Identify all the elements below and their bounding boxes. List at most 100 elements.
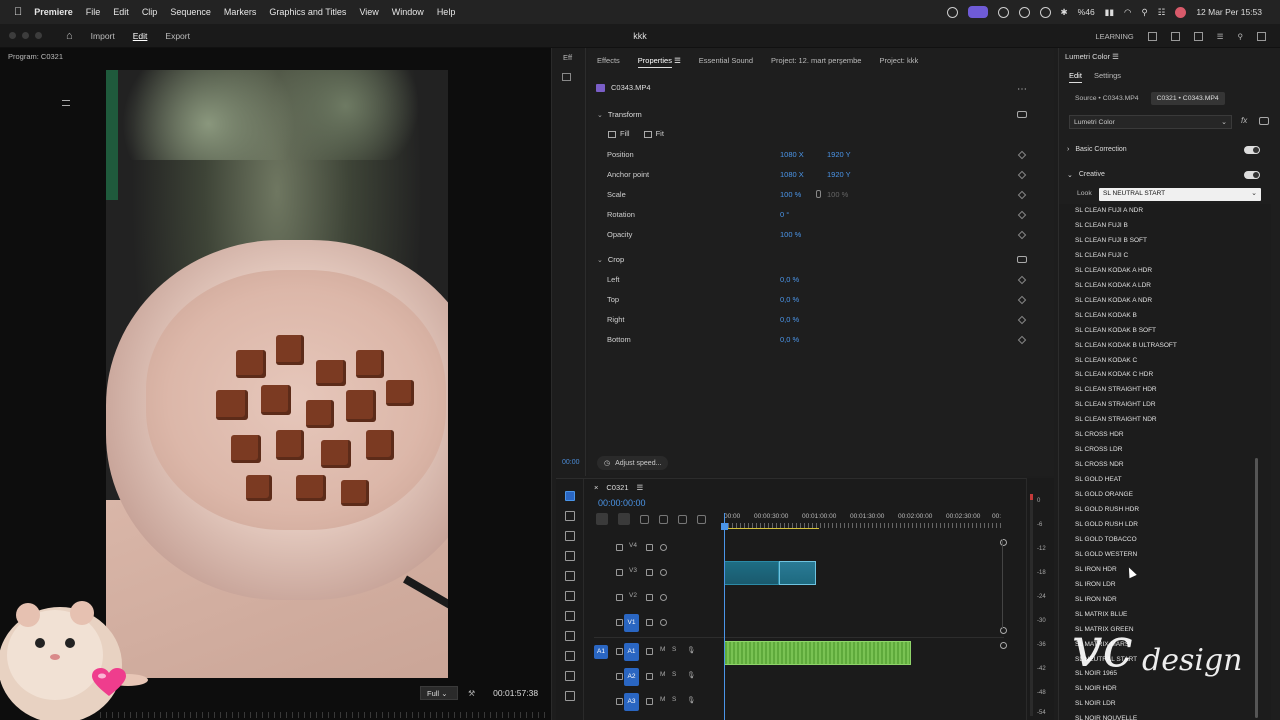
close-window-button[interactable] xyxy=(9,32,16,39)
mic-icon[interactable]: 🎙 xyxy=(687,646,695,654)
transform-section[interactable]: ⌄ Transform xyxy=(597,110,642,119)
audio-clip[interactable] xyxy=(724,641,911,665)
eye-icon[interactable] xyxy=(660,619,667,626)
look-option[interactable]: SL CLEAN KODAK A LDR xyxy=(1075,282,1151,289)
menu-app[interactable]: Premiere xyxy=(34,7,73,17)
look-option[interactable]: SL CLEAN FUJI B xyxy=(1075,222,1128,229)
close-icon[interactable]: × xyxy=(594,483,598,492)
fill-button[interactable]: Fill xyxy=(608,129,630,138)
menu-icon[interactable]: ☰ xyxy=(1217,32,1224,41)
keyframe-icon[interactable] xyxy=(1017,190,1027,200)
look-option[interactable]: SL CROSS HDR xyxy=(1075,431,1124,438)
opacity-value[interactable]: 100 % xyxy=(780,230,801,239)
search-icon[interactable]: ⚲ xyxy=(1238,32,1244,41)
lock-icon[interactable] xyxy=(616,569,623,576)
reset-icon[interactable] xyxy=(1017,256,1027,263)
source-clip-chip[interactable]: Source • C0343.MP4 xyxy=(1069,92,1145,105)
tab-lumetri-settings[interactable]: Settings xyxy=(1094,71,1121,83)
zoom-select[interactable]: Full ⌄ xyxy=(420,686,458,700)
fx-icon[interactable]: fx xyxy=(1241,116,1247,125)
lock-icon[interactable] xyxy=(616,619,623,626)
look-option[interactable]: SL CLEAN STRAIGHT LDR xyxy=(1075,401,1156,408)
timeline-scrollbar[interactable] xyxy=(1002,539,1003,629)
track-select-tool-icon[interactable] xyxy=(565,511,575,521)
lock-icon[interactable] xyxy=(616,544,623,551)
look-option[interactable]: SL IRON HDR xyxy=(1075,566,1117,573)
menu-sequence[interactable]: Sequence xyxy=(170,7,211,17)
keyframe-icon[interactable] xyxy=(1017,295,1027,305)
look-option[interactable]: SL CROSS NDR xyxy=(1075,461,1124,468)
look-option[interactable]: SL IRON NDR xyxy=(1075,596,1117,603)
look-option[interactable]: SL CLEAN FUJI B SOFT xyxy=(1075,237,1147,244)
video-clip[interactable] xyxy=(724,561,779,585)
look-option[interactable]: SL CLEAN STRAIGHT NDR xyxy=(1075,416,1157,423)
eye-icon[interactable] xyxy=(660,594,667,601)
look-option[interactable]: SL NOIR HDR xyxy=(1075,685,1117,692)
look-option[interactable]: SL GOLD ORANGE xyxy=(1075,491,1133,498)
eye-icon[interactable] xyxy=(660,569,667,576)
position-x[interactable]: 1080 X xyxy=(780,150,804,159)
zoom-tool-icon[interactable] xyxy=(565,651,575,661)
slip-tool-icon[interactable] xyxy=(565,571,575,581)
scroll-handle[interactable] xyxy=(1000,642,1007,649)
workspace-label[interactable]: LEARNING xyxy=(1095,32,1133,41)
source-patch-a1[interactable]: A1 xyxy=(594,645,608,659)
look-option[interactable]: SL GOLD HEAT xyxy=(1075,476,1122,483)
look-option[interactable]: SL CLEAN KODAK A NDR xyxy=(1075,297,1152,304)
share-icon[interactable] xyxy=(1170,31,1180,41)
tab-project-mart[interactable]: Project: 12. mart perşembe xyxy=(762,56,870,65)
selection-tool-icon[interactable] xyxy=(565,491,575,501)
lock-icon[interactable] xyxy=(616,594,623,601)
keyframe-icon[interactable] xyxy=(1017,275,1027,285)
look-option[interactable]: SL CLEAN FUJI C xyxy=(1075,252,1128,259)
look-option[interactable]: SL GOLD RUSH HDR xyxy=(1075,506,1139,513)
position-y[interactable]: 1920 Y xyxy=(827,150,851,159)
screen-record-icon[interactable] xyxy=(967,6,988,18)
panel-menu-icon[interactable]: ☰ xyxy=(637,483,644,492)
program-scrubber[interactable] xyxy=(100,712,550,718)
pen-tool-icon[interactable] xyxy=(565,591,575,601)
apple-icon[interactable]:  xyxy=(14,6,22,18)
crop-section[interactable]: ⌄ Crop xyxy=(597,255,624,264)
keyframe-icon[interactable] xyxy=(1017,315,1027,325)
basic-correction-section[interactable]: › Basic Correction xyxy=(1067,146,1127,153)
wifi-icon[interactable]: ◠ xyxy=(1124,7,1131,18)
tab-project-kkk[interactable]: Project: kkk xyxy=(870,56,927,65)
menu-markers[interactable]: Markers xyxy=(224,7,257,17)
sync-lock-icon[interactable] xyxy=(646,569,653,576)
look-option[interactable]: SL GOLD WESTERN xyxy=(1075,551,1137,558)
snap-icon[interactable] xyxy=(618,513,630,525)
sync-icon[interactable] xyxy=(997,6,1009,18)
creative-cloud-icon[interactable] xyxy=(946,6,958,18)
effect-select[interactable]: Lumetri Color ⌄ xyxy=(1069,115,1232,129)
solo-button[interactable]: S xyxy=(672,671,676,678)
menu-window[interactable]: Window xyxy=(392,7,424,17)
more-icon[interactable]: ⋯ xyxy=(1017,84,1027,95)
workspaces-icon[interactable] xyxy=(1147,31,1157,41)
look-option[interactable]: SL GOLD RUSH LDR xyxy=(1075,521,1138,528)
anchor-x[interactable]: 1080 X xyxy=(780,170,804,179)
anchor-y[interactable]: 1920 Y xyxy=(827,170,851,179)
reset-icon[interactable] xyxy=(1017,111,1027,118)
look-option[interactable]: SL NOIR NOUVELLE xyxy=(1075,715,1137,720)
crop-top[interactable]: 0,0 % xyxy=(780,295,799,304)
video-clip-selected[interactable] xyxy=(779,561,816,585)
look-option[interactable]: SL CLEAN KODAK C xyxy=(1075,357,1137,364)
playhead[interactable] xyxy=(724,513,725,720)
look-option[interactable]: SL GOLD TOBACCO xyxy=(1075,536,1137,543)
keyframe-icon[interactable] xyxy=(1017,150,1027,160)
look-option[interactable]: SL CLEAN KODAK A HDR xyxy=(1075,267,1152,274)
basic-correction-toggle[interactable] xyxy=(1244,146,1260,154)
work-area-bar[interactable] xyxy=(724,528,819,529)
keyframe-icon[interactable] xyxy=(1017,170,1027,180)
look-option[interactable]: SL CROSS LDR xyxy=(1075,446,1122,453)
effects-tab-stub[interactable]: Eff xyxy=(563,53,572,62)
tab-lumetri-edit[interactable]: Edit xyxy=(1069,71,1082,83)
avatar[interactable] xyxy=(1175,6,1187,18)
menu-edit[interactable]: Edit xyxy=(113,7,129,17)
caption-tool-icon[interactable] xyxy=(565,691,575,701)
mic-icon[interactable]: 🎙 xyxy=(687,671,695,679)
keyframe-icon[interactable] xyxy=(1017,210,1027,220)
video-audio-divider[interactable] xyxy=(594,637,1004,638)
menu-help[interactable]: Help xyxy=(437,7,456,17)
